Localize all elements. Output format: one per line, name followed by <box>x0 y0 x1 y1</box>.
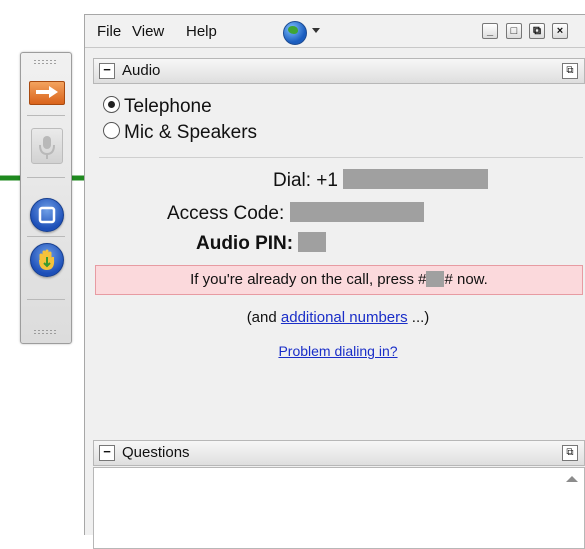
maximize-button[interactable]: □ <box>506 23 522 39</box>
questions-section-title: Questions <box>122 444 190 461</box>
mic-speakers-option[interactable]: Mic & Speakers <box>103 122 257 144</box>
toolbar-grip-top[interactable] <box>33 59 57 65</box>
raise-hand-button[interactable] <box>30 243 64 277</box>
floating-toolbar <box>20 52 72 344</box>
raised-hand-icon <box>39 249 55 271</box>
audio-pin-label: Audio PIN: <box>196 233 294 254</box>
questions-list[interactable] <box>93 467 585 549</box>
menu-help[interactable]: Help <box>186 23 217 40</box>
toolbar-grip-bottom[interactable] <box>33 329 57 335</box>
share-screen-button[interactable] <box>30 198 64 232</box>
audio-section-title: Audio <box>122 62 161 79</box>
popout-audio-icon[interactable]: ⧉ <box>562 63 578 79</box>
square-window-icon <box>38 206 56 224</box>
redacted-pin-code <box>426 271 445 287</box>
dial-number-row: Dial: +1 <box>273 169 489 192</box>
section-divider <box>99 157 583 158</box>
audio-arrow-button[interactable] <box>29 81 65 105</box>
radio-unselected-icon[interactable] <box>103 122 120 139</box>
scroll-up-arrow-icon[interactable] <box>566 476 578 482</box>
minimize-button[interactable]: _ <box>482 23 498 39</box>
dial-label: Dial: +1 <box>273 170 338 191</box>
microphone-icon <box>39 136 55 159</box>
audio-section-body: Telephone Mic & Speakers Dial: +1 Access… <box>93 84 585 434</box>
language-dropdown-caret-icon[interactable] <box>312 28 320 33</box>
mic-speakers-label: Mic & Speakers <box>124 122 258 143</box>
toolbar-divider <box>27 115 65 116</box>
collapse-questions-button[interactable]: − <box>99 445 115 461</box>
menu-file[interactable]: File <box>97 23 121 40</box>
toolbar-divider <box>27 236 65 237</box>
toolbar-divider <box>27 177 65 178</box>
toolbar-divider <box>27 299 65 300</box>
popout-questions-icon[interactable]: ⧉ <box>562 445 578 461</box>
globe-icon[interactable] <box>283 21 307 45</box>
audio-section-header: − Audio ⧉ <box>93 58 585 84</box>
telephone-option[interactable]: Telephone <box>103 96 212 118</box>
radio-selected-icon[interactable] <box>103 96 120 113</box>
additional-numbers-row: (and additional numbers ...) <box>93 309 583 326</box>
audio-pin-row: Audio PIN: <box>196 232 327 255</box>
problem-dialing-row: Problem dialing in? <box>93 343 583 359</box>
problem-dialing-link[interactable]: Problem dialing in? <box>278 343 397 359</box>
collapse-audio-button[interactable]: − <box>99 63 115 79</box>
redacted-phone-number <box>343 169 489 189</box>
already-on-call-alert: If you're already on the call, press # # … <box>95 265 583 295</box>
popout-button[interactable]: ⧉ <box>529 23 545 39</box>
redacted-access-code <box>289 202 424 222</box>
additional-prefix: (and <box>246 309 281 326</box>
alert-text-prefix: If you're already on the call, press # <box>190 271 427 288</box>
microphone-button[interactable] <box>31 128 63 164</box>
menu-view[interactable]: View <box>132 23 164 40</box>
access-code-label: Access Code: <box>167 203 285 224</box>
questions-section-header: − Questions ⧉ <box>93 440 585 466</box>
meeting-panel: File View Help _ □ ⧉ × − Audio ⧉ Telepho… <box>84 14 585 549</box>
close-button[interactable]: × <box>552 23 568 39</box>
additional-numbers-link[interactable]: additional numbers <box>281 309 408 326</box>
additional-suffix: ...) <box>407 309 430 326</box>
redacted-audio-pin <box>298 232 327 252</box>
telephone-label: Telephone <box>124 96 212 117</box>
alert-text-suffix: # now. <box>444 271 488 288</box>
access-code-row: Access Code: <box>167 202 424 225</box>
right-arrow-icon <box>36 86 58 98</box>
menu-bar: File View Help _ □ ⧉ × <box>85 15 585 48</box>
